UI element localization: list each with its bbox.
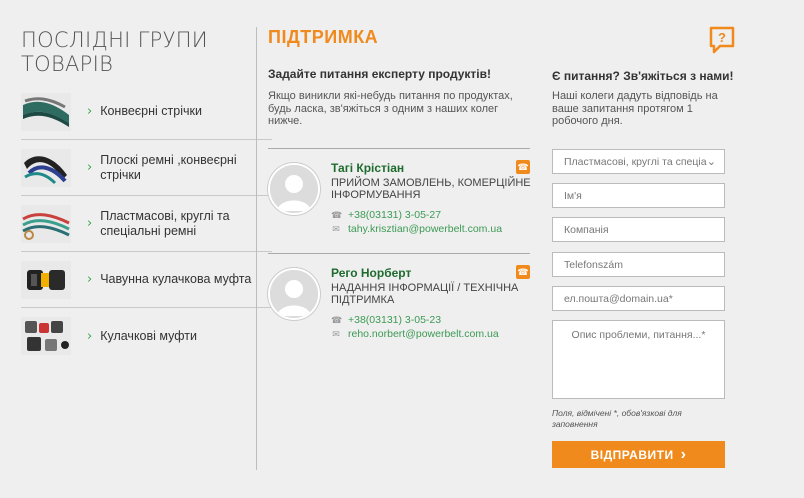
flat-belt-thumb <box>21 148 71 187</box>
email-icon: ✉ <box>332 328 340 339</box>
email-address: reho.norbert@powerbelt.com.ua <box>348 328 499 340</box>
contact-role: НАДАННЯ ІНФОРМАЦІЇ / ТЕХНІЧНА ПІДТРИМКА <box>331 282 519 306</box>
contact-card: ☎ Рего Норберт НАДАННЯ ІНФОРМАЦІЇ / ТЕХН… <box>268 253 530 353</box>
form-description: Наші колеги дадуть відповідь на ваше зап… <box>552 90 718 127</box>
cast-iron-coupling-thumb <box>21 260 71 299</box>
avatar <box>268 268 320 320</box>
chevron-right-icon: › <box>87 328 93 344</box>
contact-email[interactable]: ✉ reho.norbert@powerbelt.com.ua <box>331 327 531 341</box>
contact-phone[interactable]: ☎ +38(03131) 3-05-27 <box>331 208 531 222</box>
column-divider <box>256 27 257 470</box>
question-chat-icon: ? <box>709 26 735 54</box>
select-value: Пластмасові, круглі та спеціа <box>564 155 707 168</box>
recent-groups-title: ПОСЛІДНІ ГРУПИ ТОВАРІВ <box>21 28 208 76</box>
support-subtitle: Задайте питання експерту продуктів! <box>268 67 492 81</box>
name-field[interactable]: Ім'я <box>552 183 725 208</box>
group-label: Плоскі ремні ,конвеєрні стрічки <box>100 152 237 182</box>
chevron-right-icon: › <box>87 216 93 231</box>
chevron-right-icon: › <box>87 160 93 175</box>
jaw-coupling-thumb <box>21 317 71 355</box>
contact-card: ☎ Тагі Крістіан ПРИЙОМ ЗАМОВЛЕНЬ, КОМЕРЦ… <box>268 148 531 248</box>
recent-groups-panel: ПОСЛІДНІ ГРУПИ ТОВАРІВ › Конвеєрні стріч… <box>21 28 272 355</box>
required-fields-note: Поля, відмічені *, обов'язкові для запов… <box>552 408 682 429</box>
chevron-right-icon: › <box>680 445 687 463</box>
group-item-flat-belts[interactable]: › Плоскі ремні ,конвеєрні стрічки <box>21 140 272 196</box>
submit-button[interactable]: ВІДПРАВИТИ › <box>552 441 725 468</box>
phone-icon: ☎ <box>331 314 343 325</box>
submit-label: ВІДПРАВИТИ <box>590 447 674 462</box>
conveyor-belt-thumb <box>21 92 71 131</box>
round-belt-thumb <box>21 204 71 243</box>
phone-number: +38(03131) 3-05-27 <box>348 209 442 221</box>
chevron-down-icon: ⌄ <box>706 156 716 168</box>
phone-icon: ☎ <box>331 209 343 220</box>
group-label: Конвеєрні стрічки <box>100 104 202 118</box>
contact-name: Тагі Крістіан <box>331 161 405 175</box>
form-title: Є питання? Зв'яжіться з нами! <box>552 69 734 83</box>
chevron-right-icon: › <box>87 272 93 287</box>
svg-text:?: ? <box>718 30 726 45</box>
group-item-conveyor-belts[interactable]: › Конвеєрні стрічки <box>21 84 272 140</box>
group-item-jaw-couplings[interactable]: › Кулачкові муфти <box>21 308 272 364</box>
message-textarea[interactable]: Опис проблеми, питання...* <box>552 320 725 399</box>
email-field[interactable]: ел.пошта@domain.ua* <box>552 286 725 311</box>
support-panel: ПІДТРИМКА Задайте питання експерту проду… <box>268 27 531 340</box>
contact-role: ПРИЙОМ ЗАМОВЛЕНЬ, КОМЕРЦІЙНЕ ІНФОРМУВАНН… <box>331 177 531 201</box>
group-label: Кулачкові муфти <box>100 328 197 343</box>
contact-phone[interactable]: ☎ +38(03131) 3-05-23 <box>331 313 531 327</box>
support-description: Якщо виникли які-небудь питання по проду… <box>268 90 513 127</box>
group-label: Чавунна кулачкова муфта <box>100 272 252 286</box>
email-address: tahy.krisztian@powerbelt.com.ua <box>348 223 503 235</box>
company-field[interactable]: Компанія <box>552 217 725 242</box>
support-title: ПІДТРИМКА <box>268 27 379 47</box>
product-group-select[interactable]: Пластмасові, круглі та спеціа ⌄ <box>552 149 725 174</box>
groups-list: › Конвеєрні стрічки › Плоскі ремні ,конв… <box>21 84 272 364</box>
phone-field[interactable]: Telefonszám <box>552 252 725 277</box>
avatar <box>268 163 320 215</box>
group-item-cast-iron-coupling[interactable]: › Чавунна кулачкова муфта <box>21 252 272 308</box>
contact-name: Рего Норберт <box>331 266 412 280</box>
contact-email[interactable]: ✉ tahy.krisztian@powerbelt.com.ua <box>331 222 531 236</box>
chevron-right-icon: › <box>87 104 93 119</box>
phone-number: +38(03131) 3-05-23 <box>348 314 442 326</box>
group-item-plastic-round-belts[interactable]: › Пластмасові, круглі та спеціальні ремн… <box>21 196 272 252</box>
email-icon: ✉ <box>332 223 340 234</box>
group-label: Пластмасові, круглі та спеціальні ремні <box>100 208 230 238</box>
